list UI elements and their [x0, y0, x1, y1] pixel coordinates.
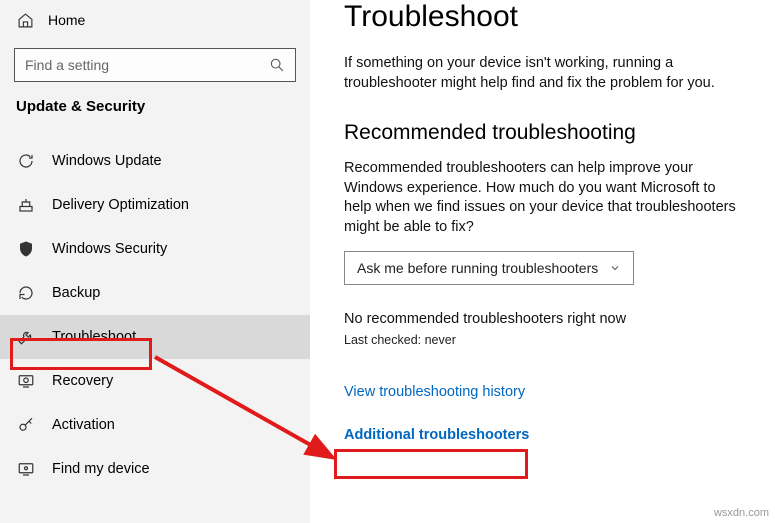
- home-icon: [16, 11, 34, 29]
- sidebar-item-troubleshoot[interactable]: Troubleshoot: [0, 315, 310, 359]
- sidebar-item-label: Recovery: [52, 373, 113, 389]
- location-icon: [16, 459, 36, 479]
- search-box[interactable]: [14, 48, 296, 82]
- page-title: Troubleshoot: [344, 0, 757, 34]
- settings-sidebar: Home Update & Security Windows Update De…: [0, 0, 310, 523]
- sidebar-item-label: Find my device: [52, 461, 150, 477]
- delivery-icon: [16, 195, 36, 215]
- chevron-down-icon: [609, 262, 621, 274]
- sidebar-item-label: Troubleshoot: [52, 329, 136, 345]
- watermark: wsxdn.com: [714, 507, 769, 519]
- sidebar-item-find-my-device[interactable]: Find my device: [0, 447, 310, 491]
- home-nav[interactable]: Home: [0, 2, 310, 38]
- home-label: Home: [48, 12, 85, 28]
- key-icon: [16, 415, 36, 435]
- search-input[interactable]: [25, 57, 269, 73]
- backup-icon: [16, 283, 36, 303]
- sidebar-item-label: Windows Security: [52, 241, 167, 257]
- sidebar-item-activation[interactable]: Activation: [0, 403, 310, 447]
- recommended-body: Recommended troubleshooters can help imp…: [344, 159, 744, 237]
- sidebar-item-label: Activation: [52, 417, 115, 433]
- section-title: Update & Security: [0, 98, 310, 139]
- sidebar-item-recovery[interactable]: Recovery: [0, 359, 310, 403]
- sidebar-item-label: Delivery Optimization: [52, 197, 189, 213]
- last-checked-text: Last checked: never: [344, 333, 757, 347]
- main-pane: Troubleshoot If something on your device…: [310, 0, 775, 523]
- intro-text: If something on your device isn't workin…: [344, 54, 744, 93]
- shield-icon: [16, 239, 36, 259]
- dropdown-value: Ask me before running troubleshooters: [357, 260, 598, 276]
- wrench-icon: [16, 327, 36, 347]
- search-icon: [269, 57, 285, 73]
- additional-troubleshooters-link[interactable]: Additional troubleshooters: [344, 427, 529, 443]
- recovery-icon: [16, 371, 36, 391]
- sidebar-item-delivery-optimization[interactable]: Delivery Optimization: [0, 183, 310, 227]
- troubleshoot-preference-dropdown[interactable]: Ask me before running troubleshooters: [344, 251, 634, 285]
- sync-icon: [16, 151, 36, 171]
- sidebar-item-label: Windows Update: [52, 153, 162, 169]
- recommended-heading: Recommended troubleshooting: [344, 121, 757, 145]
- sidebar-item-windows-security[interactable]: Windows Security: [0, 227, 310, 271]
- sidebar-item-windows-update[interactable]: Windows Update: [0, 139, 310, 183]
- sidebar-item-backup[interactable]: Backup: [0, 271, 310, 315]
- view-history-link[interactable]: View troubleshooting history: [344, 384, 525, 400]
- no-recommended-text: No recommended troubleshooters right now: [344, 311, 757, 327]
- sidebar-item-label: Backup: [52, 285, 100, 301]
